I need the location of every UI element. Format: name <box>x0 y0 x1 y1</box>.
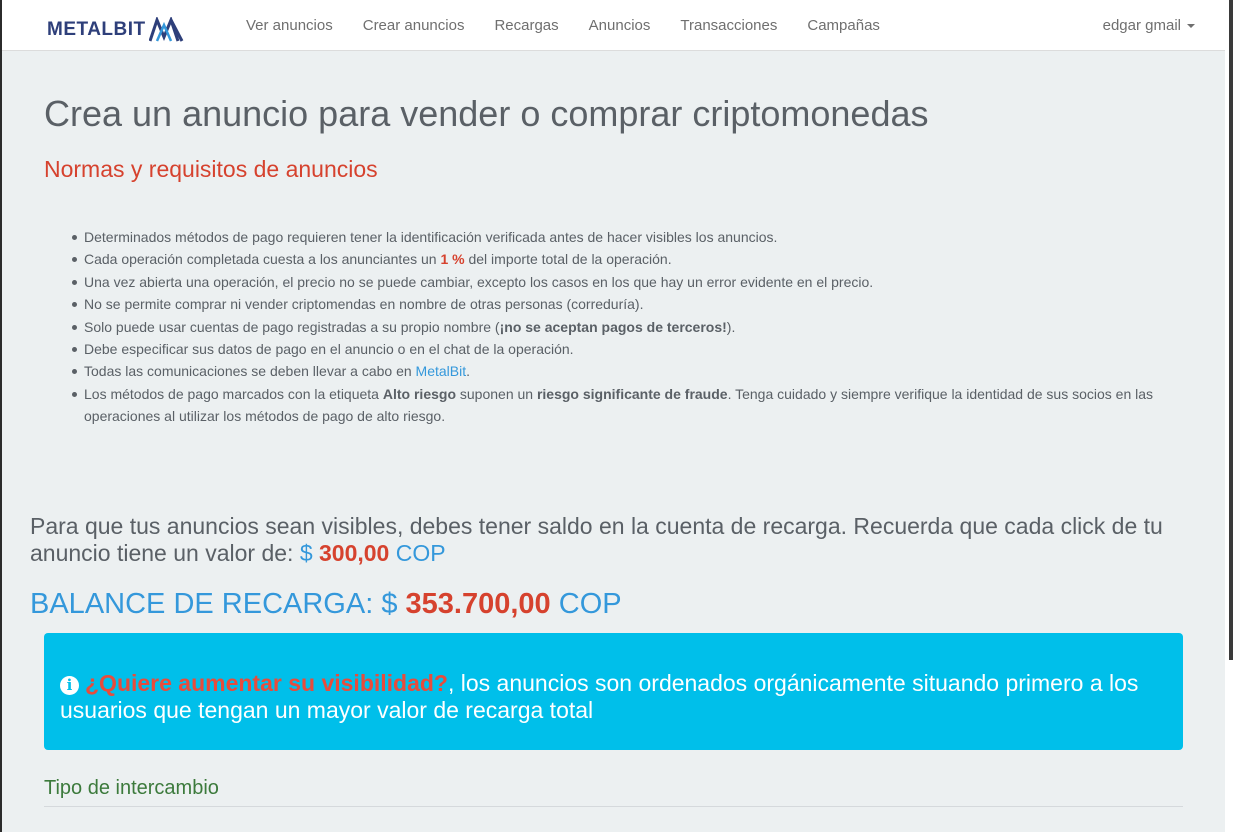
rule-item-own-accounts: Solo puede usar cuentas de pago registra… <box>72 316 1194 338</box>
visibility-notice: Para que tus anuncios sean visibles, deb… <box>30 513 1163 566</box>
visibility-alert: i ¿Quiere aumentar su visibilidad?, los a… <box>44 633 1183 750</box>
navbar: METALBIT Ver anuncios Crear anuncios Rec… <box>2 0 1225 51</box>
alert-question: ¿Quiere aumentar su visibilidad? <box>85 670 448 696</box>
metalbit-logo-icon <box>148 17 183 42</box>
brand-name: METALBIT <box>47 19 146 40</box>
nav-anuncios[interactable]: Anuncios <box>574 0 666 51</box>
rules-title: Normas y requisitos de anuncios <box>44 156 378 182</box>
click-currency-symbol: $ <box>299 540 313 566</box>
rule-item-fee: Cada operación completada cuesta a los a… <box>72 248 1194 270</box>
nav-transacciones[interactable]: Transacciones <box>665 0 792 51</box>
rule-item-verification: Determinados métodos de pago requieren t… <box>72 226 1194 248</box>
page: METALBIT Ver anuncios Crear anuncios Rec… <box>2 0 1225 832</box>
recharge-balance: BALANCE DE RECARGA: $ 353.700,00 COP <box>30 588 622 620</box>
balance-currency-symbol: $ <box>381 588 398 620</box>
window-edge-shadow <box>1229 0 1233 660</box>
high-risk-tag: Alto riesgo <box>382 385 456 402</box>
rule-item-brokerage: No se permite comprar ni vender criptome… <box>72 293 1194 315</box>
brand-logo[interactable]: METALBIT <box>47 15 185 45</box>
nav-campanas[interactable]: Campañas <box>792 0 895 51</box>
fraud-risk-text: riesgo significante de fraude <box>536 385 728 402</box>
rule-item-price: Una vez abierta una operación, el precio… <box>72 271 1194 293</box>
rule-item-payment-data: Debe especificar sus datos de pago en el… <box>72 338 1194 360</box>
click-currency: COP <box>395 540 446 566</box>
caret-down-icon <box>1187 24 1195 29</box>
rule-item-communications: Todas las comunicaciones se deben llevar… <box>72 360 1194 382</box>
click-value: 300,00 <box>319 540 390 566</box>
fee-percentage: 1 % <box>440 251 465 268</box>
third-party-warning: ¡no se aceptan pagos de terceros! <box>499 318 727 335</box>
nav-crear-anuncios[interactable]: Crear anuncios <box>348 0 480 51</box>
rule-item-high-risk: Los métodos de pago marcados con la etiq… <box>72 383 1194 428</box>
user-menu-dropdown[interactable]: edgar gmail <box>1103 0 1195 51</box>
exchange-type-title: Tipo de intercambio <box>44 777 1183 807</box>
nav-ver-anuncios[interactable]: Ver anuncios <box>231 0 348 51</box>
balance-currency: COP <box>558 588 622 620</box>
nav-links: Ver anuncios Crear anuncios Recargas Anu… <box>231 0 895 51</box>
info-circle-icon: i <box>60 676 79 695</box>
page-title: Crea un anuncio para vender o comprar cr… <box>44 93 929 134</box>
balance-amount: 353.700,00 <box>405 588 551 620</box>
user-name: edgar gmail <box>1102 17 1181 34</box>
window-edge <box>1225 0 1233 832</box>
rules-list: Determinados métodos de pago requieren t… <box>72 226 1194 428</box>
metalbit-link[interactable]: MetalBit <box>416 363 467 379</box>
nav-recargas[interactable]: Recargas <box>479 0 573 51</box>
